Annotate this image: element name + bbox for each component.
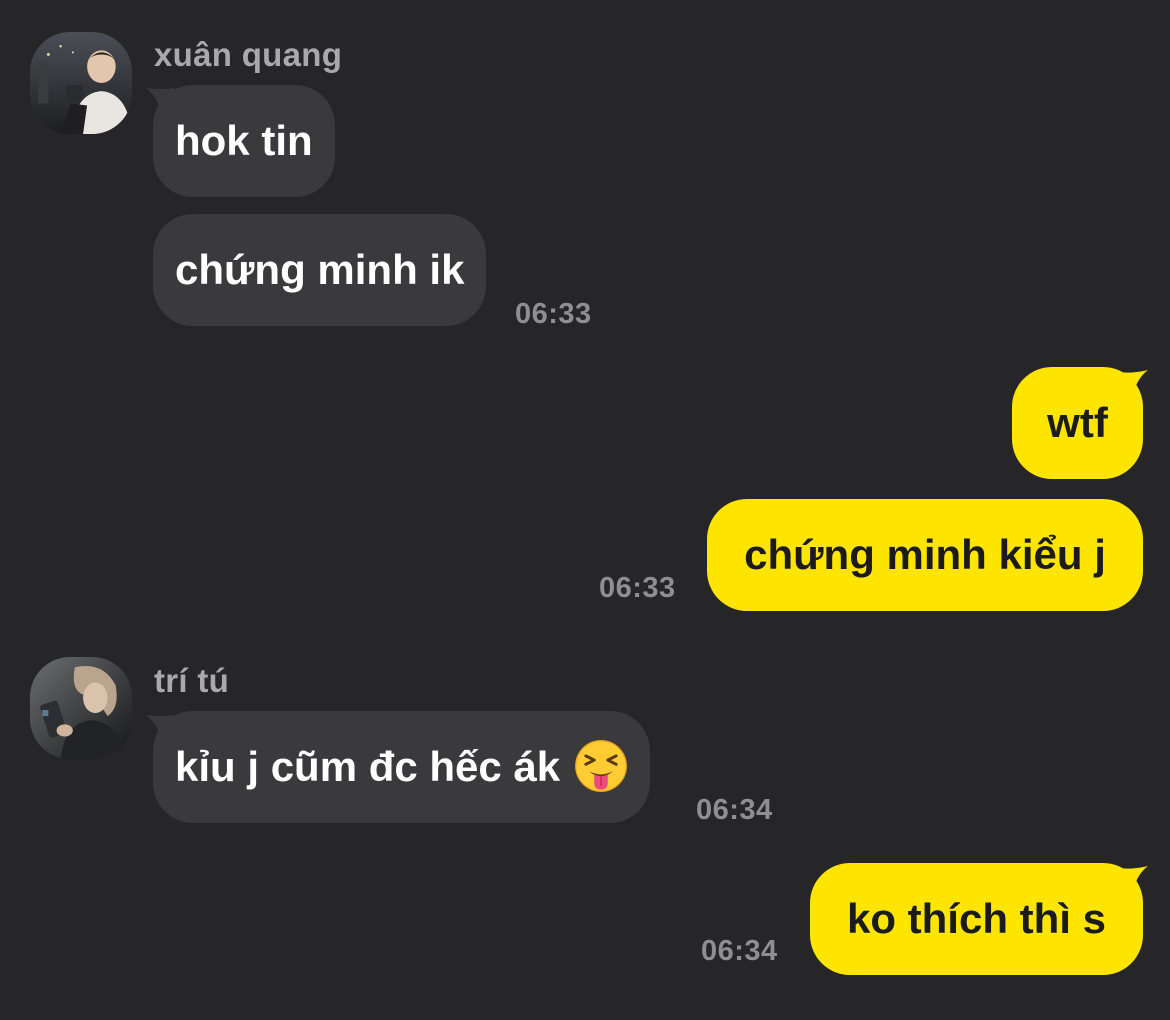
message-bubble-outgoing[interactable]: wtf bbox=[1012, 367, 1143, 479]
message-bubble-incoming[interactable]: chứng minh ik bbox=[153, 214, 487, 326]
message-text: chứng minh ik bbox=[175, 246, 465, 293]
chat-thread: xuân quang hok tin chứng minh ik 06:33 w… bbox=[0, 0, 1170, 1020]
message-text: wtf bbox=[1047, 399, 1108, 446]
message-timestamp: 06:33 bbox=[515, 298, 592, 330]
message-timestamp: 06:33 bbox=[599, 572, 676, 604]
avatar-tri-tu[interactable] bbox=[30, 657, 132, 759]
message-bubble-outgoing[interactable]: chứng minh kiểu j bbox=[707, 499, 1143, 611]
avatar-xuan-quang[interactable] bbox=[30, 32, 132, 134]
message-timestamp: 06:34 bbox=[701, 935, 778, 967]
message-text: chứng minh kiểu j bbox=[744, 531, 1106, 578]
message-text: kỉu j cũm đc hếc ák bbox=[175, 743, 561, 790]
message-bubble-incoming[interactable]: kỉu j cũm đc hếc ák bbox=[153, 711, 651, 823]
squinting-face-with-tongue-icon bbox=[575, 740, 628, 792]
message-bubble-outgoing[interactable]: ko thích thì s bbox=[810, 863, 1143, 975]
message-bubble-incoming[interactable]: hok tin bbox=[153, 85, 335, 197]
avatar-photo bbox=[30, 32, 132, 134]
sender-name: xuân quang bbox=[154, 36, 343, 73]
avatar-photo bbox=[30, 657, 132, 759]
sender-name: trí tú bbox=[154, 662, 230, 699]
message-text: hok tin bbox=[175, 117, 313, 164]
message-text: ko thích thì s bbox=[846, 895, 1106, 942]
message-timestamp: 06:34 bbox=[696, 794, 773, 826]
